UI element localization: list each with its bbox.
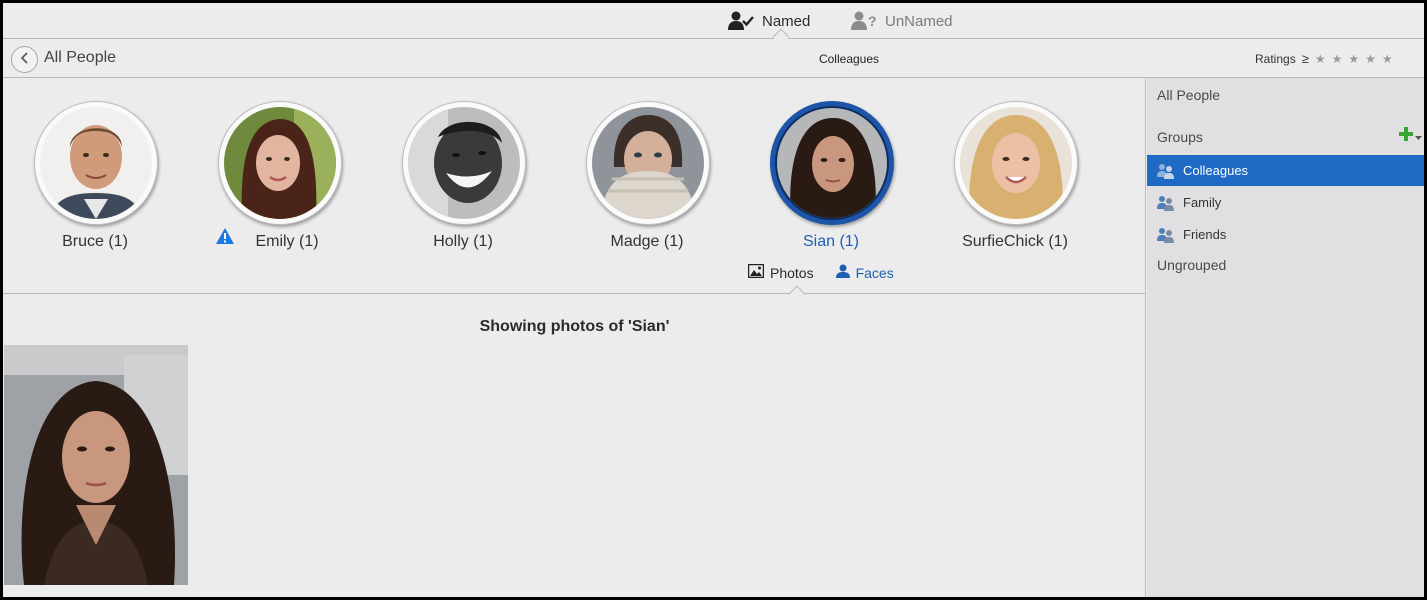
- avatar: [34, 101, 158, 225]
- sidebar-item-friends[interactable]: Friends: [1147, 219, 1424, 250]
- person-card-madge[interactable]: Madge (1): [555, 99, 739, 259]
- back-button[interactable]: [11, 46, 38, 73]
- header-bar: All People Colleagues Ratings ≥ ★ ★ ★ ★ …: [3, 39, 1424, 78]
- tab-photos[interactable]: Photos: [747, 263, 814, 281]
- person-check-icon: [728, 11, 754, 31]
- tab-faces[interactable]: Faces: [835, 264, 894, 281]
- image-icon: [747, 263, 765, 281]
- add-group-button[interactable]: [1399, 127, 1422, 146]
- breadcrumb-all-people[interactable]: All People: [44, 49, 116, 67]
- star-icon[interactable]: ★: [1382, 52, 1393, 66]
- main-panel: Bruce (1) Emily (1) Holly (1) Madge (1) …: [3, 78, 1146, 597]
- tab-unnamed[interactable]: ? UnNamed: [851, 9, 953, 33]
- avatar: [954, 101, 1078, 225]
- sidebar-item-label: Colleagues: [1183, 163, 1249, 178]
- groups-sidebar: All People Groups Colleagues Family Frie…: [1147, 78, 1424, 597]
- current-group-title: Colleagues: [818, 52, 880, 66]
- ratings-operator[interactable]: ≥: [1302, 51, 1309, 66]
- view-mode-tabs: Photos Faces: [747, 263, 894, 281]
- tab-named-label: Named: [762, 12, 811, 30]
- person-card-holly[interactable]: Holly (1): [371, 99, 555, 259]
- plus-icon: [1399, 127, 1413, 146]
- person-name: Holly (1): [433, 233, 493, 250]
- person-card-surfiechick[interactable]: SurfieChick (1): [923, 99, 1107, 259]
- showing-caption: Showing photos of 'Sian': [479, 318, 670, 335]
- people-strip: Bruce (1) Emily (1) Holly (1) Madge (1) …: [3, 78, 1146, 303]
- group-icon: [1157, 163, 1175, 179]
- star-icon[interactable]: ★: [1315, 52, 1326, 66]
- tab-unnamed-label: UnNamed: [885, 12, 953, 30]
- avatar: [586, 101, 710, 225]
- app-window: Named ? UnNamed All People Colleagues Ra…: [3, 3, 1424, 597]
- person-card-emily[interactable]: Emily (1): [187, 99, 371, 259]
- person-name: Bruce (1): [62, 233, 128, 250]
- sidebar-item-all-people[interactable]: All People: [1157, 87, 1417, 103]
- active-subtab-pointer: [788, 285, 806, 303]
- ratings-label: Ratings: [1255, 51, 1296, 66]
- avatar: [218, 101, 342, 225]
- avatar-selected: [770, 101, 894, 225]
- star-icon[interactable]: ★: [1332, 52, 1343, 66]
- star-icon[interactable]: ★: [1348, 52, 1359, 66]
- chevron-left-icon: [20, 51, 30, 69]
- groups-heading: Groups: [1157, 129, 1203, 145]
- person-name: Sian (1): [802, 233, 860, 250]
- sidebar-item-label: Family: [1183, 195, 1222, 210]
- ratings-filter: Ratings ≥ ★ ★ ★ ★ ★: [1255, 51, 1393, 66]
- view-tab-bar: Named ? UnNamed: [3, 3, 1424, 46]
- tab-named[interactable]: Named: [728, 9, 810, 33]
- person-name: SurfieChick (1): [962, 233, 1068, 250]
- tab-faces-label: Faces: [855, 264, 894, 281]
- chevron-down-icon: [1415, 128, 1422, 146]
- person-card-sian[interactable]: Sian (1): [739, 99, 923, 259]
- svg-text:?: ?: [868, 13, 877, 29]
- sidebar-item-ungrouped[interactable]: Ungrouped: [1157, 257, 1417, 273]
- star-icon[interactable]: ★: [1365, 52, 1376, 66]
- tab-photos-label: Photos: [770, 264, 814, 281]
- person-question-icon: ?: [851, 11, 877, 31]
- avatar: [402, 101, 526, 225]
- photo-thumbnail[interactable]: [4, 345, 188, 585]
- person-card-bruce[interactable]: Bruce (1): [3, 99, 187, 259]
- person-name: Madge (1): [610, 233, 684, 250]
- sidebar-item-label: Friends: [1183, 227, 1227, 242]
- rating-stars: ★ ★ ★ ★ ★: [1315, 52, 1393, 66]
- person-name: Emily (1): [255, 233, 319, 250]
- sidebar-item-colleagues[interactable]: Colleagues: [1147, 155, 1424, 186]
- sidebar-item-family[interactable]: Family: [1147, 187, 1424, 218]
- person-icon: [835, 264, 850, 281]
- group-icon: [1157, 195, 1175, 211]
- group-icon: [1157, 227, 1175, 243]
